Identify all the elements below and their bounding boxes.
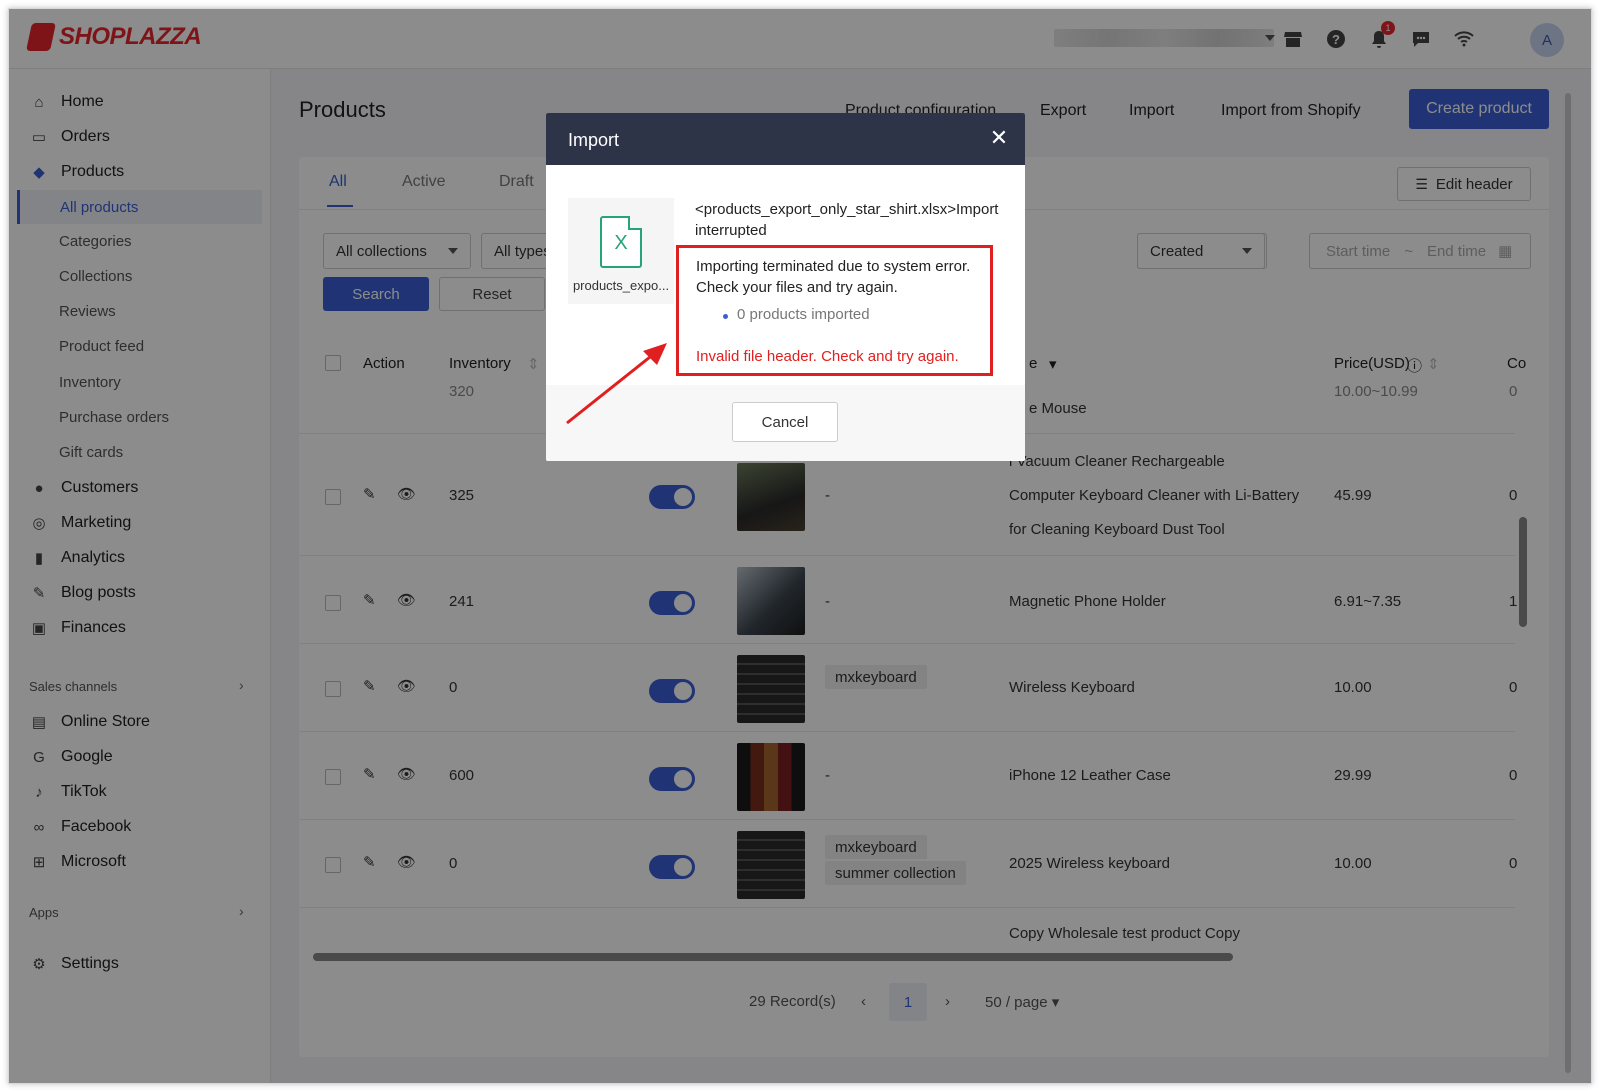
dialog-header: Import ✕ bbox=[546, 113, 1025, 165]
bullet-icon bbox=[723, 314, 728, 319]
imported-count: 0 products imported bbox=[737, 306, 870, 323]
invalid-header-message: Invalid file header. Check and try again… bbox=[696, 348, 959, 365]
file-name: products_expo... bbox=[572, 278, 670, 293]
cancel-button[interactable]: Cancel bbox=[732, 402, 838, 442]
dialog-title: Import bbox=[568, 130, 620, 150]
error-highlight-box: Importing terminated due to system error… bbox=[676, 245, 993, 376]
app-window: SHOPLAZZA ? 1 A ⌂ Home ▭ Orders ◆ Product bbox=[8, 8, 1592, 1084]
file-card: X products_expo... bbox=[568, 198, 674, 304]
annotation-arrow-icon bbox=[566, 343, 667, 425]
close-icon[interactable]: ✕ bbox=[986, 125, 1012, 151]
excel-badge: X bbox=[614, 232, 628, 254]
excel-file-icon: X bbox=[600, 216, 642, 268]
import-message: <products_export_only_star_shirt.xlsx>Im… bbox=[695, 201, 999, 239]
error-message: Importing terminated due to system error… bbox=[696, 258, 971, 296]
